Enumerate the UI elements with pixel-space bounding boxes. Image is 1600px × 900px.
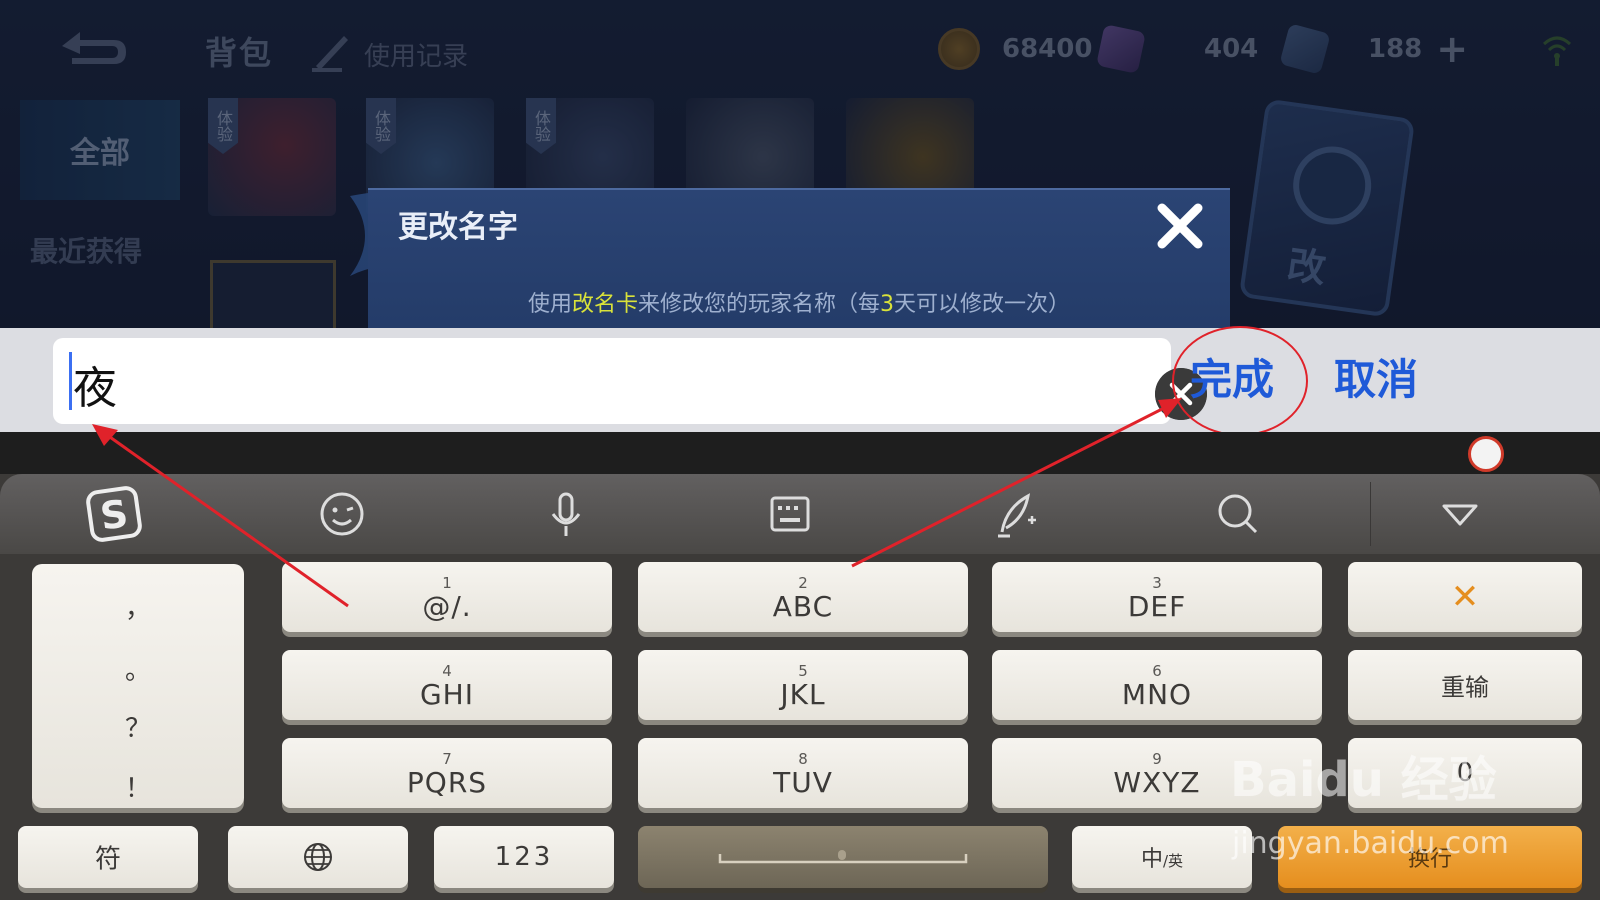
key-8[interactable]: 8 TUV [638, 738, 968, 808]
desc-highlight-days: 3 [880, 292, 895, 317]
dialog-description: 使用改名卡来修改您的玩家名称（每3天可以修改一次） [368, 286, 1230, 318]
key-7[interactable]: 7 PQRS [282, 738, 612, 808]
top-bar: 背包 使用记录 68400 404 188 + [0, 0, 1600, 100]
gold-coin-icon [938, 28, 980, 70]
punctuation-exclaim-key[interactable]: ！ [32, 768, 244, 805]
plus-icon[interactable]: + [1436, 27, 1468, 71]
search-icon[interactable] [1208, 484, 1268, 544]
desc-highlight-card: 改名卡 [571, 292, 638, 317]
diamond-icon [1096, 24, 1146, 74]
name-input-value: 夜 [73, 363, 117, 414]
back-arrow-icon[interactable] [52, 24, 132, 70]
trial-tag: 体验 [208, 98, 238, 154]
lang-sub: /英 [1162, 852, 1184, 870]
key-label: 中/英 [1072, 841, 1252, 873]
numeric-key[interactable]: 123 [434, 826, 614, 888]
chinese-english-toggle-key[interactable]: 中/英 [1072, 826, 1252, 888]
desc-text: 天可以修改一次） [894, 292, 1071, 317]
key-3[interactable]: 3 DEF [992, 562, 1322, 632]
key-label: GHI [419, 678, 474, 711]
toolbar-divider [1370, 482, 1371, 546]
gold-coin-value: 68400 [1002, 34, 1093, 64]
retype-label: 重输 [1441, 673, 1489, 702]
key-label: PQRS [406, 766, 488, 799]
sidebar-item-all[interactable]: 全部 [20, 100, 180, 200]
microphone-icon[interactable] [536, 484, 596, 544]
dialog-title: 更改名字 [398, 210, 518, 245]
emoji-icon[interactable] [312, 484, 372, 544]
retype-key[interactable]: 重输 [1348, 650, 1582, 720]
close-icon[interactable] [1152, 198, 1208, 254]
gold-coin-counter: 68400 [938, 26, 1092, 72]
inventory-item[interactable]: 体验 [208, 98, 336, 216]
handwriting-icon[interactable] [984, 484, 1044, 544]
punctuation-period-key[interactable]: 。 [32, 650, 244, 687]
mascot-icon[interactable] [1468, 436, 1504, 472]
lang-main: 中 [1140, 847, 1163, 872]
trial-tag: 体验 [366, 98, 396, 154]
language-switch-key[interactable] [228, 826, 408, 888]
coupon-icon [1279, 23, 1331, 75]
usage-history-link[interactable]: 使用记录 [364, 36, 468, 73]
key-label: MNO [1121, 678, 1193, 711]
key-label: ABC [772, 590, 834, 623]
key-5[interactable]: 5 JKL [638, 650, 968, 720]
key-label: TUV [773, 766, 833, 799]
trial-tag: 体验 [526, 98, 556, 154]
desc-text: 来修改您的玩家名称（每 [638, 292, 881, 317]
annotation-circle [1172, 326, 1308, 436]
space-bar-icon [718, 850, 968, 864]
rename-card-thumbnail[interactable] [210, 260, 336, 328]
rename-card-preview: 改 [1238, 98, 1416, 318]
delete-key[interactable]: ✕ [1348, 562, 1582, 632]
key-2[interactable]: 2 ABC [638, 562, 968, 632]
diamond-counter: 404 [1096, 24, 1259, 74]
keyboard-toolbar: S [0, 474, 1600, 554]
wifi-signal-icon [1542, 36, 1572, 66]
helmet-emblem-icon [1288, 141, 1377, 230]
sidebar-item-recent[interactable]: 最近获得 [30, 230, 142, 270]
svg-text:S: S [98, 491, 131, 538]
sogou-logo-icon[interactable]: S [84, 484, 144, 544]
collapse-keyboard-icon[interactable] [1430, 484, 1490, 544]
key-label: JKL [780, 678, 826, 711]
keyboard-top-strip [0, 432, 1600, 474]
watermark-url: jingyan.baidu.com [1232, 826, 1509, 861]
globe-icon [304, 843, 332, 871]
punctuation-column[interactable]: ， 。 ？ ！ [32, 564, 244, 808]
quill-icon [312, 36, 348, 72]
key-4[interactable]: 4 GHI [282, 650, 612, 720]
watermark-logo: Baidu 经验 [1230, 752, 1497, 808]
diamond-value: 404 [1204, 34, 1259, 64]
delete-icon: ✕ [1450, 577, 1480, 617]
cancel-button[interactable]: 取消 [1334, 346, 1418, 407]
text-caret [69, 352, 72, 410]
rename-card-label: 改 [1284, 242, 1329, 292]
page-title: 背包 [205, 34, 274, 72]
coupon-counter: 188 + [1279, 23, 1468, 75]
name-input[interactable]: 夜 [53, 338, 1207, 424]
space-key[interactable] [638, 826, 1048, 888]
symbols-key[interactable]: 符 [18, 826, 198, 888]
coupon-value: 188 [1368, 34, 1423, 64]
key-label: DEF [1127, 590, 1187, 623]
punctuation-comma-key[interactable]: ， [32, 588, 244, 625]
key-label: 123 [494, 842, 554, 872]
key-1[interactable]: 1 @/. [282, 562, 612, 632]
keyboard-layout-icon[interactable] [760, 484, 820, 544]
key-label: 符 [94, 844, 121, 875]
key-label: @/. [422, 590, 472, 623]
desc-text: 使用 [527, 292, 572, 317]
key-6[interactable]: 6 MNO [992, 650, 1322, 720]
text-input-bar: 夜 完成 取消 [0, 326, 1600, 436]
punctuation-question-key[interactable]: ？ [32, 708, 244, 745]
